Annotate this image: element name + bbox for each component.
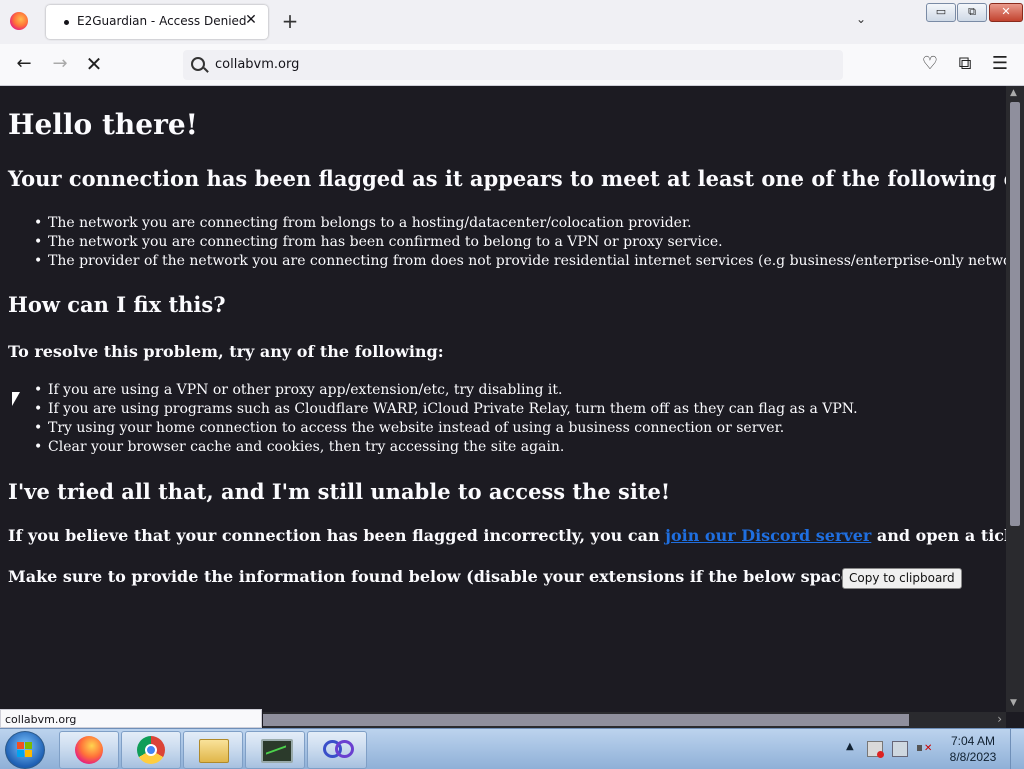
scrollbar-thumb[interactable]	[1010, 102, 1020, 526]
copy-to-clipboard-button[interactable]: Copy to clipboard	[842, 568, 962, 589]
taskbar: ▲ ✕ 7:04 AM 8/8/2023	[0, 728, 1024, 769]
menu-icon[interactable]: ☰	[988, 53, 1012, 77]
discord-link[interactable]: join our Discord server	[665, 526, 871, 545]
show-desktop-button[interactable]	[1010, 729, 1024, 769]
url-text[interactable]: collabvm.org	[215, 57, 299, 72]
status-bar: collabvm.org	[0, 709, 262, 728]
taskbar-file-explorer[interactable]	[183, 731, 243, 769]
close-window-button[interactable]: ✕	[989, 3, 1023, 22]
fix-list: If you are using a VPN or other proxy ap…	[34, 381, 858, 457]
pocket-icon[interactable]: ♡	[918, 53, 942, 77]
list-item: The network you are connecting from has …	[34, 233, 1006, 252]
taskbar-task-manager[interactable]	[245, 731, 305, 769]
page-title: Hello there!	[8, 108, 198, 141]
criteria-heading: Your connection has been flagged as it a…	[8, 166, 1006, 191]
still-heading: I've tried all that, and I'm still unabl…	[8, 479, 671, 504]
list-item: If you are using a VPN or other proxy ap…	[34, 381, 858, 400]
url-bar[interactable]: collabvm.org	[183, 50, 843, 80]
list-item: Clear your browser cache and cookies, th…	[34, 438, 858, 457]
tab-title: E2Guardian - Access Denied	[77, 14, 247, 28]
windows-logo-icon	[17, 742, 33, 758]
taskbar-chrome[interactable]	[121, 731, 181, 769]
page-content: Hello there! Your connection has been fl…	[0, 86, 1006, 712]
file-explorer-icon	[199, 739, 229, 763]
criteria-list: The network you are connecting from belo…	[34, 214, 1006, 271]
ticket-suffix: and open a ticket.	[876, 526, 1006, 545]
firefox-icon	[75, 736, 103, 764]
collabvm-icon	[323, 740, 354, 758]
action-center-icon[interactable]	[867, 741, 884, 758]
scroll-up-icon[interactable]: ▲	[1010, 88, 1017, 98]
navigation-bar: ← → ✕ collabvm.org ♡ ⧉ ☰	[0, 44, 1024, 86]
mouse-cursor-icon	[12, 392, 20, 406]
scroll-right-icon[interactable]: ›	[997, 712, 1002, 726]
minimize-button[interactable]: ▭	[926, 3, 956, 22]
back-button[interactable]: ←	[12, 53, 36, 77]
new-tab-button[interactable]: +	[280, 9, 300, 33]
horizontal-scrollbar-thumb[interactable]	[263, 714, 909, 726]
firefox-icon	[10, 12, 28, 30]
clock-time: 7:04 AM	[950, 734, 996, 748]
taskbar-collabvm[interactable]	[307, 731, 367, 769]
task-manager-icon	[261, 739, 293, 763]
volume-muted-icon[interactable]: ✕	[916, 741, 932, 755]
horizontal-scrollbar[interactable]: ›	[263, 712, 1006, 728]
tab-loading-dot	[64, 20, 69, 25]
stop-loading-button[interactable]: ✕	[82, 53, 106, 77]
fix-heading: How can I fix this?	[8, 292, 226, 317]
start-button[interactable]	[5, 731, 45, 769]
show-hidden-icons-icon[interactable]: ▲	[846, 741, 854, 752]
tab-close-icon[interactable]: ✕	[242, 12, 260, 28]
vertical-scrollbar[interactable]: ▲ ▼	[1006, 86, 1024, 712]
chrome-icon	[137, 736, 165, 764]
list-item: The network you are connecting from belo…	[34, 214, 1006, 233]
ticket-text: If you believe that your connection has …	[8, 526, 1006, 545]
taskbar-clock[interactable]: 7:04 AM 8/8/2023	[944, 733, 1002, 765]
list-item: The provider of the network you are conn…	[34, 252, 1006, 271]
resolve-intro: To resolve this problem, try any of the …	[8, 342, 444, 361]
maximize-button[interactable]: ⧉	[957, 3, 987, 22]
list-item: If you are using programs such as Cloudf…	[34, 400, 858, 419]
network-icon[interactable]	[892, 741, 908, 757]
clock-date: 8/8/2023	[949, 750, 997, 764]
taskbar-firefox[interactable]	[59, 731, 119, 769]
ticket-prefix: If you believe that your connection has …	[8, 526, 666, 545]
search-icon	[191, 57, 205, 71]
list-item: Try using your home connection to access…	[34, 419, 858, 438]
list-tabs-button[interactable]: ⌄	[856, 12, 866, 26]
scroll-down-icon[interactable]: ▼	[1010, 698, 1017, 708]
extensions-icon[interactable]: ⧉	[953, 53, 977, 77]
tab-active[interactable]: E2Guardian - Access Denied ✕	[46, 5, 268, 39]
forward-button[interactable]: →	[48, 53, 72, 77]
tab-bar: E2Guardian - Access Denied ✕ + ⌄ ▭ ⧉ ✕	[0, 0, 1024, 44]
info-text: Make sure to provide the information fou…	[8, 567, 946, 586]
